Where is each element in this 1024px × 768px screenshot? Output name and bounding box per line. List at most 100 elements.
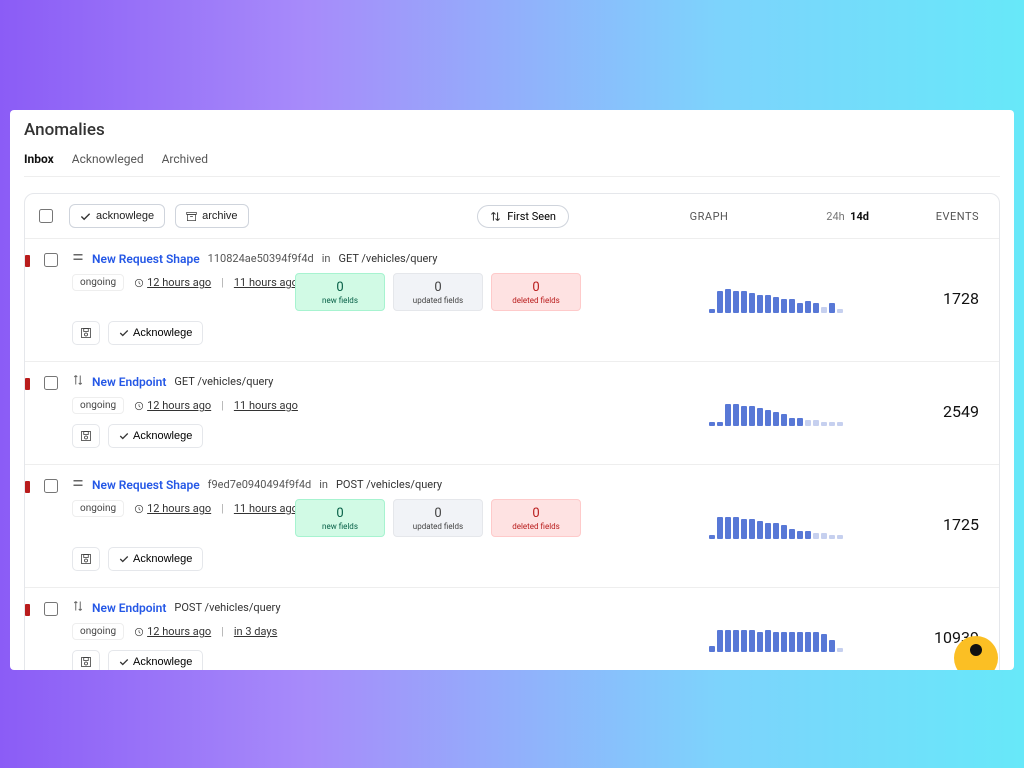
save-button[interactable]	[72, 321, 100, 345]
tab-archived[interactable]: Archived	[162, 152, 208, 166]
time-last[interactable]: 11 hours ago	[234, 399, 298, 412]
time-last[interactable]: in 3 days	[234, 625, 277, 638]
archive-icon	[186, 211, 197, 222]
archive-button-label: archive	[202, 210, 237, 222]
graph-bar	[829, 535, 835, 539]
row-acknowledge-button[interactable]: Acknowlege	[108, 547, 203, 571]
row-acknowledge-button[interactable]: Acknowlege	[108, 650, 203, 670]
severity-indicator	[25, 255, 30, 267]
time-range[interactable]: 24h 14d	[809, 210, 869, 223]
anomaly-row: New Endpoint POST /vehicles/query ongoin…	[25, 587, 999, 670]
graph-bar	[757, 408, 763, 426]
graph-bar	[797, 531, 803, 539]
graph-bar	[789, 529, 795, 539]
graph-bar	[709, 309, 715, 313]
tab-inbox[interactable]: Inbox	[24, 152, 54, 166]
rows-container: New Request Shape 110824ae50394f9f4d in G…	[25, 238, 999, 670]
row-graph	[709, 396, 849, 426]
anomaly-type-icon	[72, 477, 84, 492]
graph-bar	[805, 420, 811, 426]
fields-row: 0new fields 0updated fields 0deleted fie…	[295, 499, 581, 537]
graph-bar	[773, 523, 779, 539]
tab-acknowledged[interactable]: Acknowleged	[72, 152, 144, 166]
sort-first-seen[interactable]: First Seen	[477, 205, 569, 228]
updated-fields-card: 0updated fields	[393, 273, 483, 311]
row-checkbox[interactable]	[44, 253, 58, 267]
new-fields-card: 0new fields	[295, 273, 385, 311]
graph-bar	[749, 293, 755, 313]
anomaly-endpoint: GET /vehicles/query	[174, 375, 273, 388]
graph-bar	[813, 303, 819, 313]
row-main: New Endpoint POST /vehicles/query ongoin…	[72, 600, 699, 670]
graph-bar	[789, 418, 795, 426]
row-checkbox[interactable]	[44, 479, 58, 493]
row-graph	[709, 622, 849, 652]
graph-bar	[717, 517, 723, 539]
row-graph	[709, 283, 849, 313]
time-first[interactable]: 12 hours ago	[134, 625, 211, 638]
save-button[interactable]	[72, 424, 100, 448]
graph-bar	[717, 291, 723, 313]
status-pill: ongoing	[72, 500, 124, 517]
graph-bar	[733, 630, 739, 652]
time-last[interactable]: 11 hours ago	[234, 276, 298, 289]
graph-bar	[797, 303, 803, 313]
col-graph: GRAPH	[619, 210, 799, 223]
graph-bar	[717, 422, 723, 426]
select-all-checkbox[interactable]	[39, 209, 53, 223]
row-actions: Acknowlege	[72, 547, 699, 571]
anomalies-panel: Anomalies Inbox Acknowleged Archived ack…	[10, 110, 1014, 670]
graph-bar	[741, 291, 747, 313]
time-last[interactable]: 11 hours ago	[234, 502, 298, 515]
severity-indicator	[25, 378, 30, 390]
anomaly-list: acknowlege archive First Seen GRAPH 24h …	[24, 193, 1000, 670]
time-first[interactable]: 12 hours ago	[134, 502, 211, 515]
save-button[interactable]	[72, 547, 100, 571]
graph-bar	[749, 630, 755, 652]
graph-bar	[741, 406, 747, 426]
row-main: New Request Shape 110824ae50394f9f4din G…	[72, 251, 699, 345]
graph-bar	[725, 630, 731, 652]
in-label: in	[322, 252, 331, 265]
row-acknowledge-button[interactable]: Acknowlege	[108, 321, 203, 345]
graph-bar	[725, 404, 731, 426]
graph-bar	[709, 422, 715, 426]
anomaly-name-link[interactable]: New Endpoint	[92, 601, 166, 615]
row-actions: Acknowlege	[72, 321, 699, 345]
anomaly-type-icon	[72, 374, 84, 389]
time-sep: |	[221, 276, 224, 289]
graph-bar	[821, 422, 827, 426]
anomaly-name-link[interactable]: New Request Shape	[92, 252, 200, 266]
acknowledge-button[interactable]: acknowlege	[69, 204, 165, 228]
save-button[interactable]	[72, 650, 100, 670]
graph-bar	[821, 533, 827, 539]
anomaly-name-link[interactable]: New Endpoint	[92, 375, 166, 389]
graph-bar	[733, 291, 739, 313]
graph-bar	[773, 632, 779, 652]
graph-bar	[765, 523, 771, 539]
graph-bar	[717, 630, 723, 652]
time-first[interactable]: 12 hours ago	[134, 399, 211, 412]
row-acknowledge-button[interactable]: Acknowlege	[108, 424, 203, 448]
time-first[interactable]: 12 hours ago	[134, 276, 211, 289]
list-header: acknowlege archive First Seen GRAPH 24h …	[25, 194, 999, 238]
row-checkbox[interactable]	[44, 376, 58, 390]
anomaly-type-icon	[72, 600, 84, 615]
row-top: New Request Shape 110824ae50394f9f4din G…	[72, 251, 699, 266]
row-checkbox[interactable]	[44, 602, 58, 616]
graph-bar	[725, 289, 731, 313]
anomaly-name-link[interactable]: New Request Shape	[92, 478, 200, 492]
time-sep: |	[221, 625, 224, 638]
graph-bar	[821, 307, 827, 313]
archive-button[interactable]: archive	[175, 204, 248, 228]
row-events: 2549	[909, 402, 979, 421]
page-title: Anomalies	[24, 120, 1000, 140]
row-top: New Endpoint GET /vehicles/query	[72, 374, 699, 389]
updated-fields-card: 0updated fields	[393, 499, 483, 537]
anomaly-row: New Request Shape 110824ae50394f9f4din G…	[25, 238, 999, 361]
graph-bar	[829, 640, 835, 652]
acknowledge-button-label: acknowlege	[96, 210, 154, 222]
graph-bar	[805, 301, 811, 313]
anomaly-hash: 110824ae50394f9f4d	[208, 252, 314, 265]
graph-bar	[813, 420, 819, 426]
